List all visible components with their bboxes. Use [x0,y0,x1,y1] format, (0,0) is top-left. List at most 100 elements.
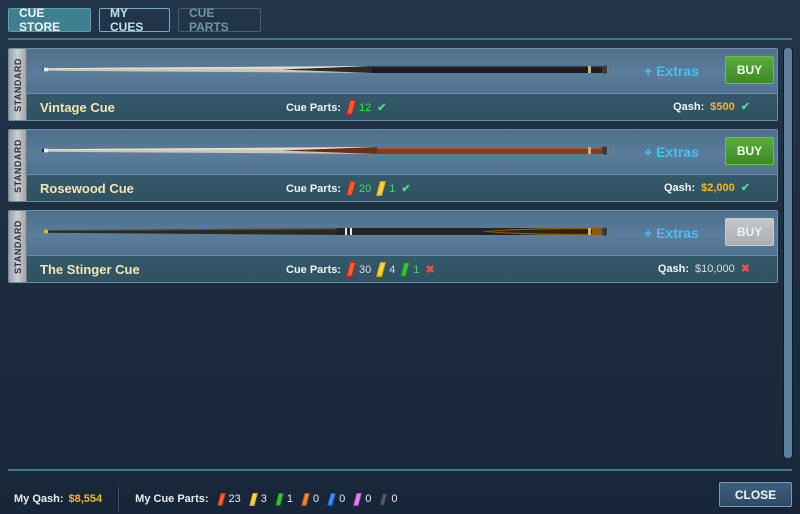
buy-button[interactable]: BUY [725,137,774,165]
cue-info-bar: Vintage Cue Cue Parts: 12 ✔ Qash: $500 ✔ [27,93,777,120]
standard-badge: STANDARD [9,130,27,201]
tab-my-cues[interactable]: MY CUES [99,6,170,34]
my-part-black: 0 [379,492,398,506]
qash-requirement: Qash: $10,000 ✖ [657,262,750,276]
cue-part-count: 4 [389,263,396,276]
footer-divider [118,487,120,511]
cue-row[interactable]: STANDARD + Extras BUY The Stinger Cue Cu… [8,210,778,283]
tab-cue-parts[interactable]: CUE PARTS [178,6,261,34]
check-icon: ✔ [401,183,411,195]
scrollbar[interactable] [783,48,793,458]
extras-link[interactable]: + Extras [644,225,699,241]
buy-button[interactable]: BUY [725,56,774,84]
cue-parts-label: Cue Parts: [286,263,342,276]
cue-part-yellow: 4 [376,262,395,277]
cue-row[interactable]: STANDARD + Extras BUY Vintage Cue Cue Pa… [8,48,778,121]
part-green-icon [275,492,284,506]
my-part-count: 0 [365,493,372,505]
cue-part-yellow-icon [376,262,387,277]
my-part-blue: 0 [327,492,346,506]
my-qash-label: My Qash: [14,493,64,505]
cue-part-green: 1 [400,262,420,277]
tab-cue-store[interactable]: CUE STORE [8,6,91,34]
cue-image [42,146,609,155]
cue-parts-label: Cue Parts: [286,101,342,114]
check-icon: ✔ [740,101,750,113]
qash-requirement: Qash: $500 ✔ [673,100,750,114]
cue-part-red-icon [346,262,357,277]
buy-button[interactable]: BUY [725,218,774,246]
qash-price: $10,000 [695,262,735,275]
part-orange-icon [301,492,310,506]
cue-parts-requirement: Cue Parts: 20 1 ✔ [286,181,411,196]
my-part-orange: 0 [301,492,320,506]
cue-part-count: 20 [359,182,372,195]
cue-part-count: 1 [413,263,420,276]
my-cue-parts-list: 23 3 1 0 0 0 0 [209,492,398,506]
cue-parts-requirement: Cue Parts: 30 4 1 ✖ [286,262,435,277]
my-part-count: 0 [313,493,320,505]
my-part-green: 1 [275,492,294,506]
part-blue-icon [327,492,336,506]
my-part-yellow: 3 [248,492,267,506]
cue-name: Rosewood Cue [40,181,134,196]
cue-parts-label: Cue Parts: [286,182,342,195]
part-red-icon [216,492,226,506]
close-button[interactable]: CLOSE [719,482,792,507]
cue-info-bar: The Stinger Cue Cue Parts: 30 4 1 ✖ Qash… [27,255,777,282]
qash-label: Qash: [663,181,696,194]
cue-part-count: 12 [359,101,372,114]
qash-price: $2,000 [701,181,735,194]
cue-part-red: 20 [346,181,371,196]
cue-part-red: 30 [346,262,371,277]
my-part-count: 1 [286,493,294,505]
part-black-icon [379,492,389,506]
cue-image [42,65,609,74]
cue-part-red: 12 [346,100,371,115]
cue-part-yellow: 1 [376,181,395,196]
cue-part-yellow-icon [376,181,387,196]
qash-price: $500 [710,100,735,113]
my-part-count: 23 [228,493,241,505]
cue-row[interactable]: STANDARD + Extras BUY Rosewood Cue Cue P… [8,129,778,202]
badge-label: STANDARD [12,138,23,193]
my-qash-value: $8,554 [68,493,103,505]
my-cue-parts-label: My Cue Parts: [135,493,209,505]
my-part-count: 0 [391,493,398,505]
my-part-count: 0 [339,493,346,505]
part-yellow-icon [248,492,258,506]
cue-part-count: 30 [359,263,372,276]
standard-badge: STANDARD [9,211,27,282]
top-divider [8,38,792,40]
cue-name: The Stinger Cue [40,262,140,277]
qash-requirement: Qash: $2,000 ✔ [663,181,750,195]
badge-label: STANDARD [12,57,23,112]
cue-image [44,227,609,236]
check-icon: ✔ [740,182,750,194]
cue-list: STANDARD + Extras BUY Vintage Cue Cue Pa… [8,48,778,291]
my-part-count: 3 [260,493,267,505]
badge-label: STANDARD [12,219,23,274]
bottom-divider [8,469,792,471]
my-part-pink: 0 [353,492,372,506]
store-tabs: CUE STORE MY CUES CUE PARTS [8,6,261,34]
part-pink-icon [353,492,363,506]
extras-link[interactable]: + Extras [644,144,699,160]
footer-bar: My Qash: $8,554 My Cue Parts: 23 3 1 0 0… [14,487,398,511]
my-part-red: 23 [216,492,241,506]
cue-part-red-icon [346,100,357,115]
cue-part-green-icon [400,262,411,277]
cue-parts-requirement: Cue Parts: 12 ✔ [286,100,387,115]
standard-badge: STANDARD [9,49,27,120]
cue-info-bar: Rosewood Cue Cue Parts: 20 1 ✔ Qash: $2,… [27,174,777,201]
scrollbar-thumb[interactable] [784,48,792,458]
cross-icon: ✖ [740,263,750,275]
cross-icon: ✖ [425,264,435,276]
cue-name: Vintage Cue [40,100,115,115]
qash-label: Qash: [673,100,705,113]
extras-link[interactable]: + Extras [644,63,699,79]
cue-part-count: 1 [389,182,396,195]
check-icon: ✔ [377,102,387,114]
qash-label: Qash: [657,262,690,275]
cue-part-red-icon [346,181,357,196]
